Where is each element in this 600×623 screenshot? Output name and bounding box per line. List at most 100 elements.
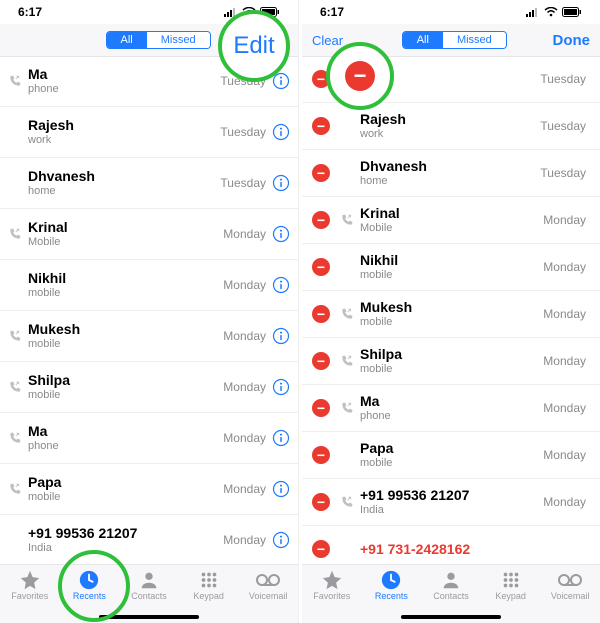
- call-time: Tuesday: [540, 72, 586, 86]
- call-row-edit[interactable]: −+91 99536 21207IndiaMonday: [302, 479, 600, 526]
- info-button[interactable]: [272, 429, 290, 447]
- caller-label: mobile: [360, 269, 543, 282]
- call-row[interactable]: DhvaneshhomeTuesday: [0, 158, 298, 209]
- clear-button[interactable]: Clear: [312, 33, 356, 48]
- caller-name: Ma: [360, 393, 543, 409]
- caller-label: mobile: [28, 491, 223, 504]
- outgoing-call-icon: [4, 74, 26, 88]
- call-row[interactable]: NikhilmobileMonday: [0, 260, 298, 311]
- call-row[interactable]: KrinalMobileMonday: [0, 209, 298, 260]
- delete-minus-button[interactable]: −: [306, 258, 336, 276]
- delete-minus-button[interactable]: −: [306, 70, 336, 88]
- recents-list[interactable]: MaphoneTuesdayRajeshworkTuesdayDhvaneshh…: [0, 56, 298, 569]
- seg-all[interactable]: All: [107, 32, 147, 48]
- outgoing-call-icon: [4, 431, 26, 445]
- minus-icon: −: [312, 305, 330, 323]
- status-icons: [526, 7, 582, 17]
- info-button[interactable]: [272, 531, 290, 549]
- delete-minus-button[interactable]: −: [306, 540, 336, 558]
- recents-list-edit[interactable]: −MaphoneTuesday−RajeshworkTuesday−Dhvane…: [302, 56, 600, 569]
- call-row[interactable]: PapamobileMonday: [0, 464, 298, 515]
- tab-contacts[interactable]: Contacts: [423, 569, 479, 601]
- caller-label: mobile: [28, 389, 223, 402]
- info-button[interactable]: [272, 327, 290, 345]
- tab-keypad[interactable]: Keypad: [181, 569, 237, 601]
- caller-label: mobile: [360, 363, 543, 376]
- seg-all[interactable]: All: [403, 32, 443, 48]
- call-row-edit[interactable]: −PapamobileMonday: [302, 432, 600, 479]
- call-time: Monday: [223, 227, 266, 241]
- info-button[interactable]: [272, 225, 290, 243]
- star-icon: [19, 569, 41, 591]
- tab-keypad[interactable]: Keypad: [483, 569, 539, 601]
- segmented-control[interactable]: All Missed: [402, 31, 507, 49]
- seg-missed[interactable]: Missed: [443, 32, 506, 48]
- segmented-control[interactable]: All Missed: [106, 31, 211, 49]
- delete-minus-button[interactable]: −: [306, 211, 336, 229]
- tab-voicemail[interactable]: Voicemail: [542, 569, 598, 601]
- call-row[interactable]: MukeshmobileMonday: [0, 311, 298, 362]
- delete-minus-button[interactable]: −: [306, 352, 336, 370]
- info-button[interactable]: [272, 276, 290, 294]
- minus-icon: −: [312, 211, 330, 229]
- call-row-edit[interactable]: −MaphoneTuesday: [302, 56, 600, 103]
- outgoing-call-icon: [4, 380, 26, 394]
- call-row[interactable]: +91 99536 21207IndiaMonday: [0, 515, 298, 566]
- delete-minus-button[interactable]: −: [306, 446, 336, 464]
- call-row-edit[interactable]: −RajeshworkTuesday: [302, 103, 600, 150]
- delete-minus-button[interactable]: −: [306, 399, 336, 417]
- clock-icon: [78, 569, 100, 591]
- call-time: Monday: [543, 260, 586, 274]
- call-row[interactable]: MaphoneTuesday: [0, 56, 298, 107]
- call-time: Monday: [543, 448, 586, 462]
- signal-icon: [224, 7, 238, 17]
- minus-icon: −: [312, 493, 330, 511]
- minus-icon: −: [312, 399, 330, 417]
- call-row[interactable]: ShilpamobileMonday: [0, 362, 298, 413]
- call-row-edit[interactable]: −ShilpamobileMonday: [302, 338, 600, 385]
- call-row-edit[interactable]: −NikhilmobileMonday: [302, 244, 600, 291]
- minus-icon: −: [312, 540, 330, 558]
- delete-minus-button[interactable]: −: [306, 164, 336, 182]
- edit-button[interactable]: Edit: [262, 32, 288, 49]
- caller-label: Mobile: [360, 222, 543, 235]
- info-button[interactable]: [272, 174, 290, 192]
- call-row-edit[interactable]: −MaphoneMonday: [302, 385, 600, 432]
- info-button[interactable]: [272, 72, 290, 90]
- signal-icon: [526, 7, 540, 17]
- home-indicator[interactable]: [401, 615, 501, 619]
- seg-missed[interactable]: Missed: [147, 32, 210, 48]
- call-row[interactable]: MaphoneMonday: [0, 413, 298, 464]
- status-bar: 6:17: [302, 0, 600, 24]
- tab-favorites[interactable]: Favorites: [2, 569, 58, 601]
- tab-recents[interactable]: Recents: [61, 569, 117, 601]
- call-row-edit[interactable]: −KrinalMobileMonday: [302, 197, 600, 244]
- caller-label: phone: [28, 83, 220, 96]
- minus-icon: −: [312, 258, 330, 276]
- call-row-edit[interactable]: −MukeshmobileMonday: [302, 291, 600, 338]
- call-row-edit[interactable]: −DhvaneshhomeTuesday: [302, 150, 600, 197]
- call-time: Monday: [543, 354, 586, 368]
- call-time: Tuesday: [220, 74, 266, 88]
- info-button[interactable]: [272, 123, 290, 141]
- tab-favorites[interactable]: Favorites: [304, 569, 360, 601]
- caller-label: phone: [28, 440, 223, 453]
- info-button[interactable]: [272, 378, 290, 396]
- keypad-icon: [500, 569, 522, 591]
- caller-name: Nikhil: [28, 270, 223, 286]
- tab-recents[interactable]: Recents: [363, 569, 419, 601]
- caller-name: Shilpa: [28, 372, 223, 388]
- contact-icon: [138, 569, 160, 591]
- delete-minus-button[interactable]: −: [306, 493, 336, 511]
- delete-minus-button[interactable]: −: [306, 305, 336, 323]
- delete-minus-button[interactable]: −: [306, 117, 336, 135]
- tab-contacts[interactable]: Contacts: [121, 569, 177, 601]
- done-button[interactable]: Done: [552, 32, 590, 49]
- call-row[interactable]: RajeshworkTuesday: [0, 107, 298, 158]
- caller-label: work: [28, 134, 220, 147]
- tab-voicemail[interactable]: Voicemail: [240, 569, 296, 601]
- info-button[interactable]: [272, 480, 290, 498]
- call-row-edit[interactable]: −+91 731-2428162: [302, 526, 600, 569]
- caller-label: mobile: [360, 316, 543, 329]
- home-indicator[interactable]: [99, 615, 199, 619]
